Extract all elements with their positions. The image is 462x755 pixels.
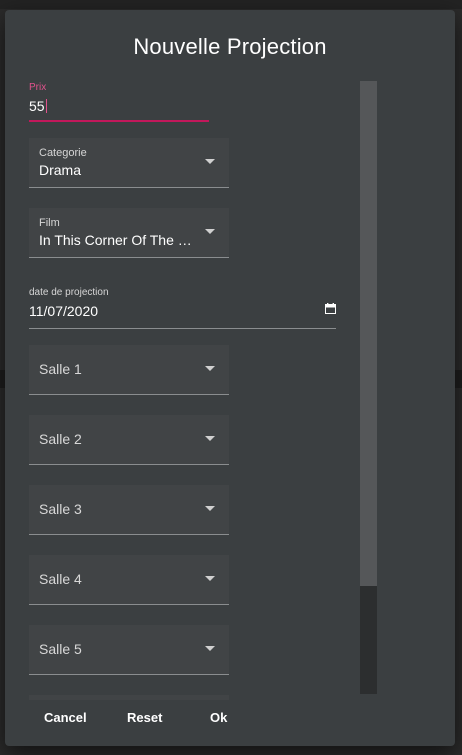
chevron-down-icon <box>205 229 215 234</box>
salle-5-placeholder: Salle 5 <box>39 641 82 657</box>
dialog-title: Nouvelle Projection <box>133 34 327 59</box>
categorie-select[interactable]: Categorie Drama <box>29 138 229 188</box>
prix-underline <box>29 120 209 122</box>
text-caret <box>45 99 47 113</box>
calendar-icon[interactable] <box>325 303 336 314</box>
chevron-down-icon <box>205 436 215 441</box>
dialog-content: Prix 55 Categorie Drama Film In This Cor… <box>5 80 365 700</box>
salle-5-select[interactable]: Salle 5 <box>29 625 229 675</box>
film-label: Film <box>39 217 60 229</box>
salle-6-select-partial[interactable] <box>29 695 229 700</box>
prix-input[interactable]: 55 <box>29 98 47 114</box>
prix-value: 55 <box>29 98 45 114</box>
background-strip <box>455 370 462 388</box>
film-value: In This Corner Of The W... <box>39 232 199 248</box>
background-strip <box>0 0 462 9</box>
salle-4-select[interactable]: Salle 4 <box>29 555 229 605</box>
chevron-down-icon <box>205 159 215 164</box>
categorie-label: Categorie <box>39 147 87 159</box>
dialog-actions: Cancel Reset Ok <box>5 708 455 732</box>
salle-1-select[interactable]: Salle 1 <box>29 345 229 395</box>
salle-4-placeholder: Salle 4 <box>39 571 82 587</box>
categorie-value: Drama <box>39 162 82 178</box>
chevron-down-icon <box>205 576 215 581</box>
date-projection-field[interactable]: date de projection 11/07/2020 <box>29 285 336 329</box>
cancel-button[interactable]: Cancel <box>40 708 91 727</box>
prix-label: Prix <box>29 82 47 93</box>
film-select[interactable]: Film In This Corner Of The W... <box>29 208 229 258</box>
ok-button[interactable]: Ok <box>206 708 231 727</box>
salle-3-select[interactable]: Salle 3 <box>29 485 229 535</box>
chevron-down-icon <box>205 646 215 651</box>
new-projection-dialog: Nouvelle Projection Prix 55 Categorie Dr… <box>5 10 455 746</box>
salle-2-placeholder: Salle 2 <box>39 431 82 447</box>
reset-button[interactable]: Reset <box>123 708 166 727</box>
date-value: 11/07/2020 <box>29 303 99 319</box>
content-scrollbar[interactable] <box>360 81 377 694</box>
salle-2-select[interactable]: Salle 2 <box>29 415 229 465</box>
chevron-down-icon <box>205 366 215 371</box>
chevron-down-icon <box>205 506 215 511</box>
salle-1-placeholder: Salle 1 <box>39 361 82 377</box>
date-label: date de projection <box>29 287 109 298</box>
salle-3-placeholder: Salle 3 <box>39 501 82 517</box>
scrollbar-thumb[interactable] <box>360 586 377 694</box>
